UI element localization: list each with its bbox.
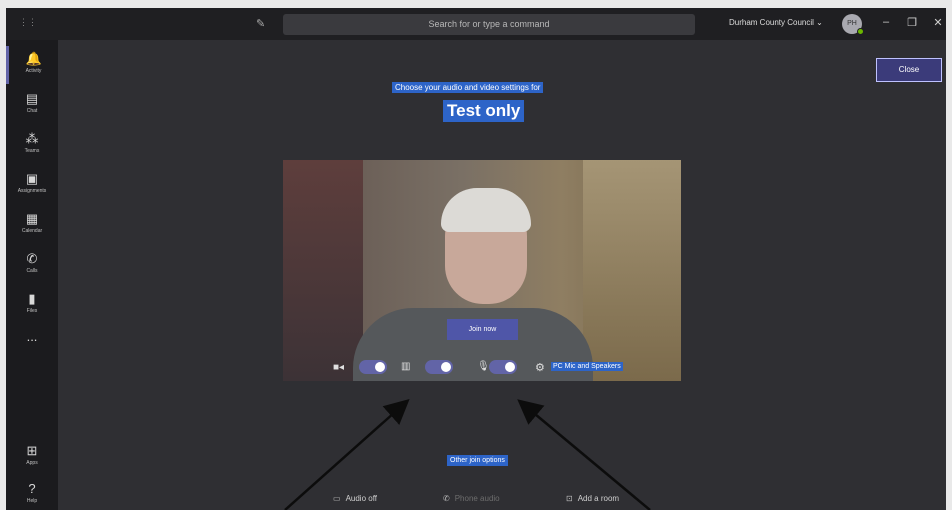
background-blur [283,160,363,381]
background-blur [583,160,681,381]
presence-indicator [857,28,864,35]
background-effects-icon[interactable]: ▥ [401,361,410,372]
user-camera-image [353,188,593,381]
phone-audio-icon: ✆ [443,494,450,503]
video-preview [283,160,681,381]
rail-item-assignments[interactable]: ▣ Assignments [6,166,58,204]
app-menu-icon[interactable]: ⋮⋮ [19,17,37,28]
rail-item-files[interactable]: ▮ Files [6,286,58,324]
audio-off-icon: ▭ [333,494,341,503]
other-join-options: Other join options [447,455,508,466]
camera-icon: ■◂ [333,362,345,373]
rail-item-chat[interactable]: ▤ Chat [6,86,58,124]
rail-item-calendar[interactable]: ▦ Calendar [6,206,58,244]
rail-item-more[interactable]: ... [6,324,58,362]
search-input[interactable]: Search for or type a command [283,14,695,35]
bell-icon: 🔔 [25,51,42,66]
org-switcher[interactable]: Durham County Council ⌄ [729,18,823,27]
assignments-icon: ▣ [25,171,39,186]
meeting-title: Test only [443,100,525,122]
blur-toggle[interactable] [425,360,453,374]
minimize-button[interactable]: – [879,16,893,28]
compose-icon[interactable]: ✎ [256,17,270,31]
title-bar: ⋮⋮ ✎ Search for or type a command Durham… [6,8,946,40]
rail-item-teams[interactable]: ⁂ Teams [6,126,58,164]
rail-item-help[interactable]: ? Help [6,476,58,510]
rail-item-calls[interactable]: ✆ Calls [6,246,58,284]
restore-button[interactable]: ❐ [905,16,919,29]
rail-item-activity[interactable]: 🔔 Activity [6,46,58,84]
apps-icon: ⊞ [26,443,38,458]
add-room-option[interactable]: ⊡ Add a room [566,494,619,503]
microphone-icon: 🎙 [477,361,490,372]
app-rail: 🔔 Activity ▤ Chat ⁂ Teams ▣ Assignments … [6,40,58,510]
calendar-icon: ▦ [25,211,39,226]
microphone-toggle[interactable] [489,360,517,374]
add-room-icon: ⊡ [566,494,573,503]
chat-icon: ▤ [25,91,39,106]
more-icon: ... [26,329,38,344]
close-button[interactable]: Close [876,58,942,82]
files-icon: ▮ [28,291,36,306]
join-now-button[interactable]: Join now [447,319,518,340]
phone-audio-option[interactable]: ✆ Phone audio [443,494,500,503]
help-icon: ? [28,481,36,496]
camera-toggle[interactable] [359,360,387,374]
rail-item-apps[interactable]: ⊞ Apps [6,438,58,476]
close-window-button[interactable]: ✕ [931,16,945,29]
phone-icon: ✆ [26,251,38,266]
gear-icon[interactable]: ⚙ [535,361,545,374]
device-controls: ■◂ ▥ 🎙 ⚙ PC Mic and Speakers [283,355,681,381]
device-settings-label[interactable]: PC Mic and Speakers [551,362,623,371]
prejoin-subtitle: Choose your audio and video settings for [392,82,544,93]
audio-off-option[interactable]: ▭ Audio off [333,494,377,503]
teams-icon: ⁂ [25,131,39,146]
